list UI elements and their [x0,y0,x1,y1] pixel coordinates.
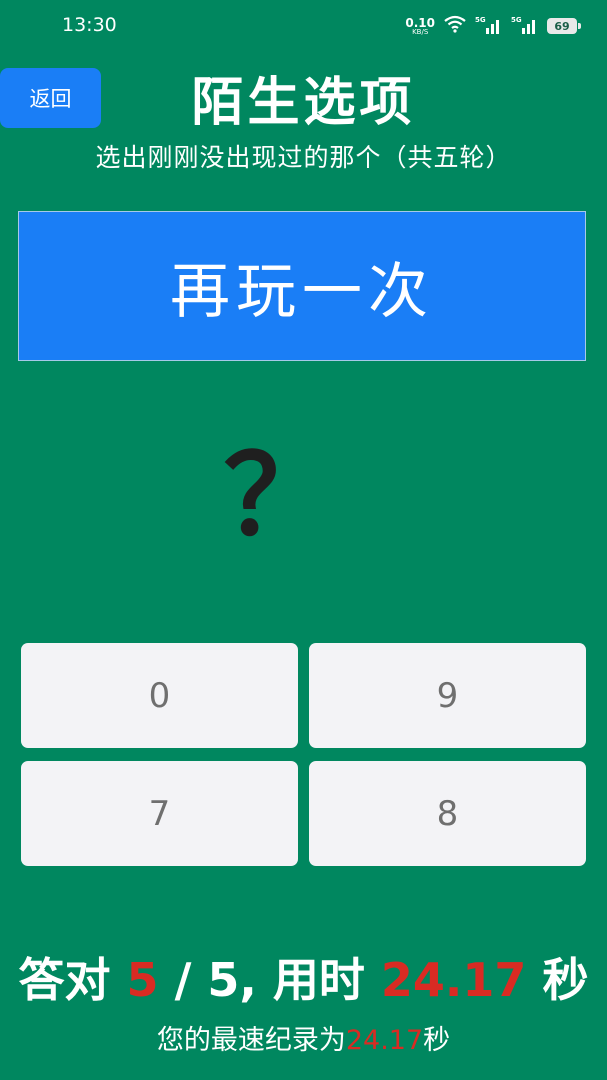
network-speed-unit: KB/S [412,27,429,36]
score-separator: / [174,953,192,1007]
page-title: 陌生选项 [191,73,416,133]
time-unit: 秒 [542,953,589,1007]
option-button[interactable]: 8 [309,761,586,866]
network-speed: 0.10 KB/S [405,17,435,36]
best-record-prefix: 您的最速纪录为 [156,1025,346,1056]
option-button[interactable]: 9 [309,643,586,748]
option-button[interactable]: 7 [21,761,298,866]
signal-icon: 5G [511,16,539,36]
score-prefix: 答对 [18,953,111,1007]
status-icons: 0.10 KB/S 5G 5G 69 [405,14,581,38]
question-mark: ？ [223,432,334,560]
best-record: 您的最速纪录为24.17秒 [0,1018,607,1057]
time-prefix: 用时 [272,953,365,1007]
wifi-icon [443,15,467,37]
total-count: 5, [207,953,257,1007]
signal-icon: 5G [475,16,503,36]
battery-icon: 69 [547,18,581,34]
status-time: 13:30 [62,14,117,36]
status-bar: 13:30 0.10 KB/S 5G 5G 69 [0,0,607,52]
best-record-unit: 秒 [423,1025,451,1056]
network-speed-value: 0.10 [405,15,435,30]
option-button[interactable]: 0 [21,643,298,748]
page-subtitle: 选出刚刚没出现过的那个（共五轮） [95,143,512,172]
battery-level: 69 [554,19,570,33]
elapsed-time: 24.17 [380,953,527,1007]
best-record-value: 24.17 [345,1025,424,1056]
score-summary: 答对 5 / 5, 用时 24.17 秒 [0,944,607,1010]
play-again-button[interactable]: 再玩一次 [18,211,586,361]
correct-count: 5 [126,953,159,1007]
